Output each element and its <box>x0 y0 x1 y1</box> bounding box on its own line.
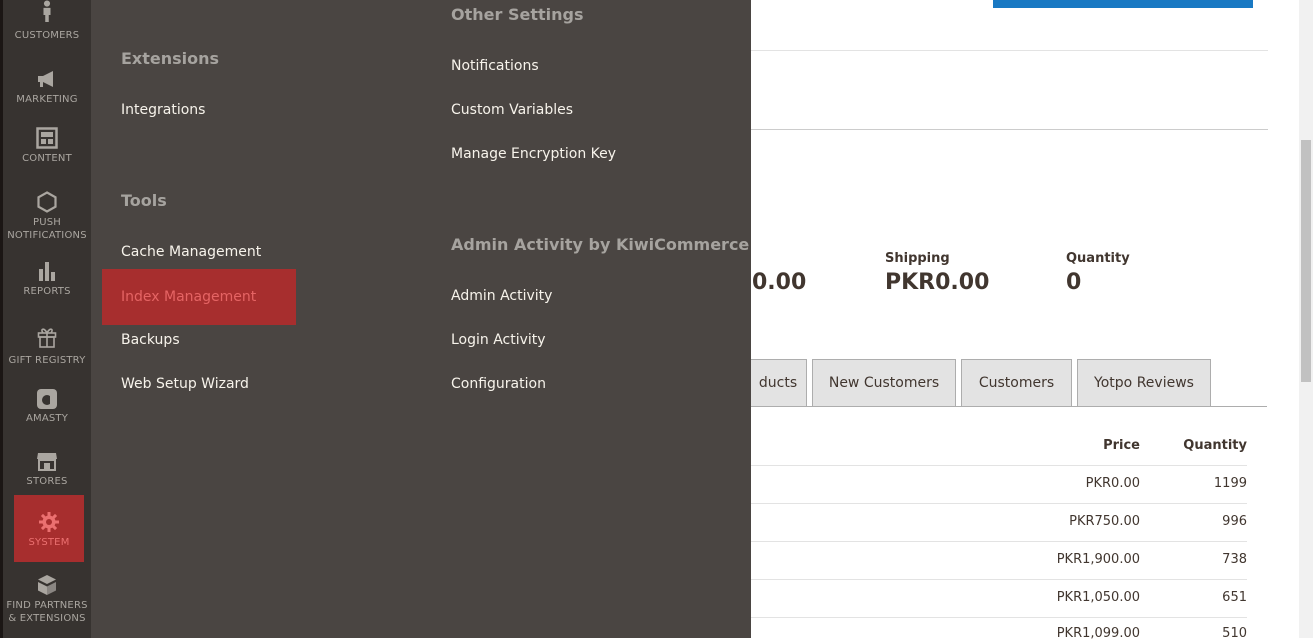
divider <box>751 50 1268 51</box>
sidebar-item-find-partners[interactable]: FIND PARTNERS & EXTENSIONS <box>3 574 91 625</box>
person-icon <box>36 0 58 25</box>
dashboard-content <box>751 0 1313 638</box>
layout-icon <box>36 127 58 149</box>
store-icon <box>36 450 58 472</box>
menu-item-configuration[interactable]: Configuration <box>451 376 546 392</box>
sidebar-item-label: PUSH <box>32 217 62 228</box>
gear-icon <box>38 511 60 533</box>
sidebar-item-label: SYSTEM <box>28 537 70 548</box>
menu-item-cache-management[interactable]: Cache Management <box>121 244 261 260</box>
gift-icon <box>36 326 58 348</box>
column-header-price: Price <box>1103 438 1140 453</box>
sidebar-item-label: MARKETING <box>16 94 78 105</box>
cell-price: PKR750.00 <box>1069 514 1140 529</box>
cell-price: PKR1,099.00 <box>1056 626 1140 641</box>
sidebar-item-marketing[interactable]: MARKETING <box>3 68 91 106</box>
megaphone-icon <box>36 68 58 90</box>
sidebar-item-gift-registry[interactable]: GIFT REGISTRY <box>3 326 91 367</box>
sidebar-item-push-notifications[interactable]: PUSH NOTIFICATIONS <box>3 191 91 242</box>
section-heading-other-settings: Other Settings <box>451 5 584 24</box>
cell-price: PKR1,900.00 <box>1056 552 1140 567</box>
menu-item-backups[interactable]: Backups <box>121 332 180 348</box>
sidebar-item-reports[interactable]: REPORTS <box>3 260 91 298</box>
menu-item-manage-encryption-key[interactable]: Manage Encryption Key <box>451 146 616 162</box>
tab-yotpo-reviews[interactable]: Yotpo Reviews <box>1077 359 1211 406</box>
cell-quantity: 738 <box>1222 552 1247 567</box>
menu-item-login-activity[interactable]: Login Activity <box>451 332 546 348</box>
scrollbar-thumb[interactable] <box>1301 140 1311 382</box>
stat-value-total: 0.00 <box>752 270 807 295</box>
sidebar-item-label: CONTENT <box>22 153 72 164</box>
stat-value-shipping: PKR0.00 <box>885 270 990 295</box>
sidebar-item-label: NOTIFICATIONS <box>7 230 87 241</box>
sidebar-item-stores[interactable]: STORES <box>3 450 91 488</box>
sidebar-item-label: REPORTS <box>23 286 71 297</box>
column-header-quantity: Quantity <box>1183 438 1247 453</box>
section-heading-extensions: Extensions <box>121 49 220 68</box>
sidebar-item-amasty[interactable]: AMASTY <box>3 388 91 425</box>
cell-price: PKR1,050.00 <box>1056 590 1140 605</box>
tab-customers[interactable]: Customers <box>961 359 1072 406</box>
tabs-baseline <box>751 406 1267 407</box>
row-divider <box>751 503 1247 504</box>
tab-new-customers[interactable]: New Customers <box>812 359 956 406</box>
row-divider <box>751 617 1247 618</box>
sidebar-item-system[interactable]: SYSTEM <box>14 495 84 562</box>
sidebar-item-label: & EXTENSIONS <box>8 613 86 624</box>
row-divider <box>751 465 1247 466</box>
cell-quantity: 1199 <box>1213 476 1247 491</box>
stat-value-quantity: 0 <box>1066 270 1082 295</box>
menu-item-web-setup-wizard[interactable]: Web Setup Wizard <box>121 376 249 392</box>
sidebar-item-label: STORES <box>26 476 68 487</box>
stat-label-shipping: Shipping <box>885 251 950 266</box>
menu-item-index-management[interactable]: Index Management <box>102 269 296 325</box>
system-submenu: Extensions Integrations Tools Cache Mana… <box>91 0 751 638</box>
amasty-icon <box>36 388 58 410</box>
stat-label-quantity: Quantity <box>1066 251 1130 266</box>
cell-quantity: 651 <box>1222 590 1247 605</box>
bar-chart-icon <box>36 260 58 282</box>
menu-item-notifications[interactable]: Notifications <box>451 58 539 74</box>
section-heading-tools: Tools <box>121 191 167 210</box>
row-divider <box>751 579 1247 580</box>
sidebar-item-customers[interactable]: CUSTOMERS <box>3 0 91 50</box>
sidebar-item-content[interactable]: CONTENT <box>3 127 91 165</box>
sidebar-item-label: GIFT REGISTRY <box>8 355 86 366</box>
hexagon-icon <box>36 191 58 213</box>
menu-item-admin-activity[interactable]: Admin Activity <box>451 288 552 304</box>
cell-quantity: 510 <box>1222 626 1247 641</box>
menu-item-integrations[interactable]: Integrations <box>121 102 205 118</box>
section-heading-admin-activity: Admin Activity by KiwiCommerce <box>451 235 750 254</box>
sidebar-item-label: AMASTY <box>25 413 69 424</box>
primary-action-button[interactable] <box>993 0 1253 8</box>
cell-price: PKR0.00 <box>1085 476 1140 491</box>
row-divider <box>751 541 1247 542</box>
blocks-icon <box>36 574 58 596</box>
sidebar-item-label: FIND PARTNERS <box>6 600 88 611</box>
menu-item-custom-variables[interactable]: Custom Variables <box>451 102 573 118</box>
cell-quantity: 996 <box>1222 514 1247 529</box>
sidebar-item-label: CUSTOMERS <box>14 30 80 41</box>
admin-sidebar: CUSTOMERS MARKETING CONTENT PUSH NOTIFIC… <box>3 0 91 638</box>
divider <box>751 129 1268 130</box>
